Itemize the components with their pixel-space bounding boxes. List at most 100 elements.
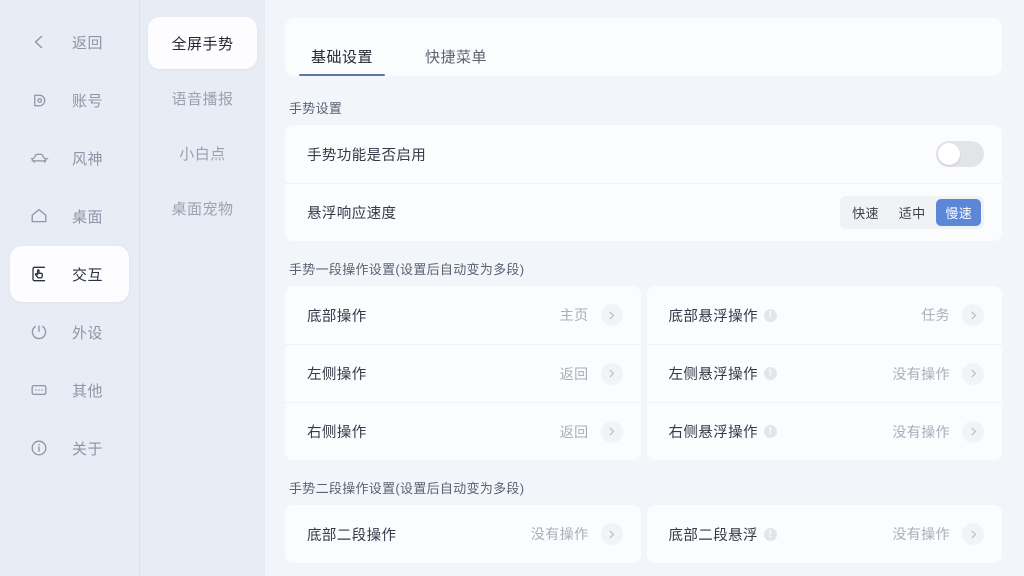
sidebar-item-label: 返回 [72,34,104,52]
primary-sidebar: 返回 账号 风神 桌面 交互 外设 其他 关于 [0,0,140,576]
subnav-item-label: 桌面宠物 [171,200,234,218]
row-label: 左侧悬浮操作! [669,363,777,384]
info-icon[interactable]: ! [763,527,777,541]
sidebar-item-label: 交互 [72,266,104,284]
toggle-knob [938,143,960,165]
subnav-item-voice-broadcast[interactable]: 语音播报 [148,72,257,124]
row-label-text: 左侧悬浮操作 [668,367,758,383]
sidebar-item-label: 账号 [72,92,104,110]
chevron-right-icon[interactable] [962,304,984,326]
subnav-item-label: 小白点 [179,145,226,163]
stage-two-right-card: 底部二段悬浮! 没有操作 [646,505,1003,563]
stage-two-grid: 底部二段操作 没有操作 底部二段悬浮! 没有操作 [285,505,1002,563]
stage-one-right-card: 底部悬浮操作! 任务 左侧悬浮操作! 没有操作 右侧悬浮操作! 没有操作 [646,286,1003,460]
chevron-right-icon[interactable] [962,362,984,385]
row-label: 底部二段操作 [307,527,397,544]
row-bottom-action[interactable]: 底部操作 主页 [285,286,641,344]
row-hover-response-speed: 悬浮响应速度 快速 适中 慢速 [285,183,1002,241]
speed-option-slow[interactable]: 慢速 [936,199,981,226]
row-label: 手势功能是否启用 [307,147,427,164]
more-icon [28,379,50,401]
main-content: 基础设置 快捷菜单 手势设置 手势功能是否启用 悬浮响应速度 快速 适中 慢速 … [265,0,1024,576]
tab-label: 基础设置 [311,49,374,66]
stage-two-left-card: 底部二段操作 没有操作 [285,505,641,563]
row-label: 右侧操作 [307,425,367,441]
stage-one-left-card: 底部操作 主页 左侧操作 返回 右侧操作 返回 [285,286,641,460]
row-value: 没有操作 [892,365,950,382]
speed-option-medium[interactable]: 适中 [890,199,935,226]
chevron-right-icon[interactable] [600,304,623,326]
row-label: 悬浮响应速度 [307,206,397,222]
row-value: 返回 [559,365,589,382]
subnav-item-desktop-pet[interactable]: 桌面宠物 [148,182,257,234]
row-value: 主页 [559,307,589,323]
section-title: 手势二段操作设置(设置后自动变为多段) [289,481,525,496]
sidebar-item-account[interactable]: 账号 [10,72,129,128]
chevron-left-icon [28,31,50,53]
row-bottom-hover-action[interactable]: 底部悬浮操作! 任务 [647,286,1003,344]
sidebar-item-other[interactable]: 其他 [10,362,129,418]
row-bottom-two-stage-hover[interactable]: 底部二段悬浮! 没有操作 [647,505,1003,563]
sidebar-item-peripheral[interactable]: 外设 [10,304,129,360]
row-label: 底部悬浮操作! [669,305,777,326]
chevron-right-icon[interactable] [600,420,623,443]
gesture-settings-card: 手势功能是否启用 悬浮响应速度 快速 适中 慢速 [285,125,1002,241]
info-icon[interactable]: ! [763,308,777,322]
info-icon[interactable]: ! [763,367,777,380]
row-label: 左侧操作 [307,367,367,383]
row-value: 没有操作 [892,423,950,440]
car-icon [28,147,50,169]
sidebar-item-label: 外设 [72,324,104,342]
tap-gesture-icon [28,263,50,285]
subnav-item-fullscreen-gesture[interactable]: 全屏手势 [148,17,257,69]
subnav-item-label: 全屏手势 [171,35,234,53]
tab-label: 快捷菜单 [425,49,488,66]
row-right-hover-action[interactable]: 右侧悬浮操作! 没有操作 [646,402,1002,460]
row-label: 底部二段悬浮! [669,524,777,545]
section-stage-two: 手势二段操作设置(设置后自动变为多段) 底部二段操作 没有操作 底部二段悬浮! … [285,478,1002,563]
row-label-text: 底部二段悬浮 [668,527,758,544]
secondary-sidebar: 全屏手势 语音播报 小白点 桌面宠物 [140,0,265,576]
row-right-action[interactable]: 右侧操作 返回 [285,402,641,460]
section-title: 手势设置 [289,101,343,116]
subnav-item-assistive-touch[interactable]: 小白点 [148,127,257,179]
row-label-text: 底部悬浮操作 [668,308,758,325]
section-stage-one: 手势一段操作设置(设置后自动变为多段) 底部操作 主页 左侧操作 返回 右侧操作… [285,259,1002,460]
row-left-action[interactable]: 左侧操作 返回 [285,344,641,402]
tab-basic-settings[interactable]: 基础设置 [299,46,386,76]
chevron-right-icon[interactable] [962,420,984,443]
row-gesture-enabled[interactable]: 手势功能是否启用 [285,125,1002,183]
chevron-right-icon[interactable] [600,362,623,385]
subnav-item-label: 语音播报 [171,90,234,108]
row-bottom-two-stage-action[interactable]: 底部二段操作 没有操作 [285,505,641,563]
app-window: 返回 账号 风神 桌面 交互 外设 其他 关于 全屏手势 语音播报 小白点 桌面… [0,0,1024,576]
sidebar-item-label: 其他 [72,382,104,400]
info-icon[interactable]: ! [763,425,777,438]
gesture-enabled-toggle[interactable] [936,141,984,167]
sidebar-item-label: 关于 [72,440,104,458]
sidebar-item-fengshen[interactable]: 风神 [10,130,129,186]
row-label: 底部操作 [307,308,367,325]
speed-option-fast[interactable]: 快速 [843,199,888,226]
chevron-right-icon[interactable] [600,523,623,545]
row-label: 右侧悬浮操作! [669,421,777,442]
chevron-right-icon[interactable] [962,523,984,545]
sidebar-item-label: 桌面 [72,208,104,226]
row-value: 没有操作 [892,526,950,542]
sidebar-item-label: 风神 [72,150,104,168]
tab-bar: 基础设置 快捷菜单 [285,18,1002,76]
home-icon [28,205,50,227]
tab-shortcut-menu[interactable]: 快捷菜单 [413,46,499,76]
hover-speed-segmented-control: 快速 适中 慢速 [840,196,984,229]
row-value: 任务 [921,307,950,323]
sidebar-item-about[interactable]: 关于 [10,420,129,476]
info-circle-icon [28,437,50,459]
account-icon [28,89,50,111]
row-left-hover-action[interactable]: 左侧悬浮操作! 没有操作 [646,344,1002,402]
row-value: 没有操作 [530,526,589,542]
stage-one-grid: 底部操作 主页 左侧操作 返回 右侧操作 返回 底部悬浮操作 ! 任务 左侧悬浮… [285,286,1002,460]
sidebar-item-back[interactable]: 返回 [10,14,129,70]
section-title: 手势一段操作设置(设置后自动变为多段) [289,262,525,277]
sidebar-item-desktop[interactable]: 桌面 [10,188,129,244]
sidebar-item-interact[interactable]: 交互 [10,246,129,302]
